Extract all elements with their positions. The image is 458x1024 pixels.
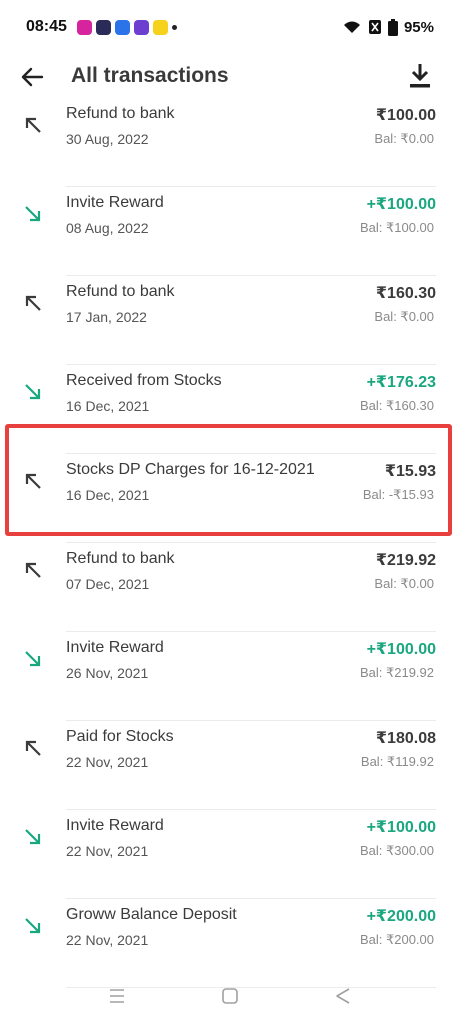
arrow-up-left-icon [25, 562, 41, 578]
transaction-row[interactable]: Invite Reward 08 Aug, 2022 +₹100.00 Bal: ₹1… [0, 187, 458, 276]
transactions-list: Refund to bank 30 Aug, 2022 ₹100.00 Bal: ₹0… [0, 98, 458, 988]
transaction-date: 16 Dec, 2021 [66, 398, 150, 414]
transaction-amount: +₹100.00 [366, 819, 436, 836]
instagram-icon [76, 19, 92, 35]
transaction-name: Paid for Stocks [66, 728, 174, 745]
transaction-balance: Bal: ₹0.00 [374, 576, 434, 591]
transaction-amount: ₹100.00 [375, 107, 436, 124]
transaction-row[interactable]: Paid for Stocks 22 Nov, 2021 ₹180.08 Bal: ₹… [0, 721, 458, 810]
transaction-row[interactable]: Refund to bank 07 Dec, 2021 ₹219.92 Bal: ₹0… [0, 543, 458, 632]
transaction-name: Invite Reward [66, 194, 164, 211]
download-icon[interactable] [408, 62, 432, 90]
transaction-name: Received from Stocks [66, 372, 222, 389]
transaction-balance: Bal: ₹0.00 [374, 131, 434, 146]
transaction-balance: Bal: ₹200.00 [359, 932, 434, 947]
transaction-balance: Bal: ₹100.00 [359, 220, 434, 235]
transaction-date: 17 Jan, 2022 [66, 309, 147, 325]
transaction-amount: +₹100.00 [366, 196, 436, 213]
transaction-amount: +₹200.00 [366, 908, 436, 925]
status-right: 95% [342, 18, 434, 36]
transaction-amount: ₹15.93 [384, 463, 436, 480]
transaction-amount: ₹219.92 [375, 552, 436, 569]
battery-icon [387, 18, 398, 36]
b-app-icon [114, 19, 130, 35]
transaction-balance: Bal: -₹15.93 [362, 487, 434, 502]
wifi-icon [343, 21, 360, 33]
transaction-balance: Bal: ₹219.92 [359, 665, 434, 680]
app-header: All transactions [0, 54, 458, 100]
arrow-up-left-icon [25, 473, 41, 489]
transaction-amount: +₹176.23 [366, 374, 436, 391]
home-square-icon[interactable] [220, 986, 240, 1006]
transaction-row[interactable]: Refund to bank 30 Aug, 2022 ₹100.00 Bal: ₹0… [0, 98, 458, 187]
back-triangle-icon[interactable] [333, 986, 353, 1006]
transaction-row[interactable]: Invite Reward 26 Nov, 2021 +₹100.00 Bal: ₹2… [0, 632, 458, 721]
arrow-up-left-icon [25, 295, 41, 311]
nav-bar [0, 966, 458, 1024]
arrow-down-right-icon [25, 829, 41, 845]
transaction-row[interactable]: Received from Stocks 16 Dec, 2021 +₹176.23… [0, 365, 458, 454]
arrow-up-left-icon [25, 117, 41, 133]
transaction-name: Invite Reward [66, 817, 164, 834]
transaction-row[interactable]: Stocks DP Charges for 16-12-2021 16 Dec, … [0, 454, 458, 543]
transaction-balance: Bal: ₹300.00 [359, 843, 434, 858]
chart-app-icon [95, 19, 111, 35]
transaction-date: 16 Dec, 2021 [66, 487, 150, 503]
page-title: All transactions [71, 64, 229, 87]
arrow-up-left-icon [25, 740, 41, 756]
transaction-date: 07 Dec, 2021 [66, 576, 150, 592]
transaction-amount: ₹160.30 [375, 285, 436, 302]
flipkart-icon [152, 19, 168, 35]
transaction-amount: +₹100.00 [366, 641, 436, 658]
transaction-name: Invite Reward [66, 639, 164, 656]
upi-app-icon [133, 19, 149, 35]
transaction-row[interactable]: Refund to bank 17 Jan, 2022 ₹160.30 Bal: ₹0… [0, 276, 458, 365]
transaction-name: Refund to bank [66, 105, 175, 122]
transaction-name: Stocks DP Charges for 16-12-2021 [66, 461, 315, 478]
transaction-date: 22 Nov, 2021 [66, 754, 149, 770]
arrow-left-icon[interactable] [18, 63, 46, 91]
transaction-date: 26 Nov, 2021 [66, 665, 149, 681]
transaction-date: 22 Nov, 2021 [66, 932, 149, 948]
status-bar: 08:45 95% [0, 0, 458, 54]
transaction-name: Refund to bank [66, 550, 175, 567]
arrow-down-right-icon [25, 651, 41, 667]
arrow-down-right-icon [25, 206, 41, 222]
arrow-down-right-icon [25, 384, 41, 400]
transaction-amount: ₹180.08 [375, 730, 436, 747]
transaction-row[interactable]: Invite Reward 22 Nov, 2021 +₹100.00 Bal: ₹3… [0, 810, 458, 899]
status-app-icons [76, 19, 168, 35]
battery-percent: 95% [403, 18, 434, 36]
transaction-date: 22 Nov, 2021 [66, 843, 149, 859]
transaction-balance: Bal: ₹119.92 [360, 754, 434, 769]
no-sim-icon [368, 20, 381, 34]
transaction-date: 30 Aug, 2022 [66, 131, 149, 147]
transaction-name: Refund to bank [66, 283, 175, 300]
status-time: 08:45 [26, 18, 67, 35]
notification-dot [171, 24, 177, 30]
menu-lines-icon[interactable] [107, 986, 127, 1006]
transaction-balance: Bal: ₹160.30 [359, 398, 434, 413]
transaction-name: Groww Balance Deposit [66, 906, 237, 923]
transaction-balance: Bal: ₹0.00 [374, 309, 434, 324]
transaction-date: 08 Aug, 2022 [66, 220, 149, 236]
arrow-down-right-icon [25, 918, 41, 934]
